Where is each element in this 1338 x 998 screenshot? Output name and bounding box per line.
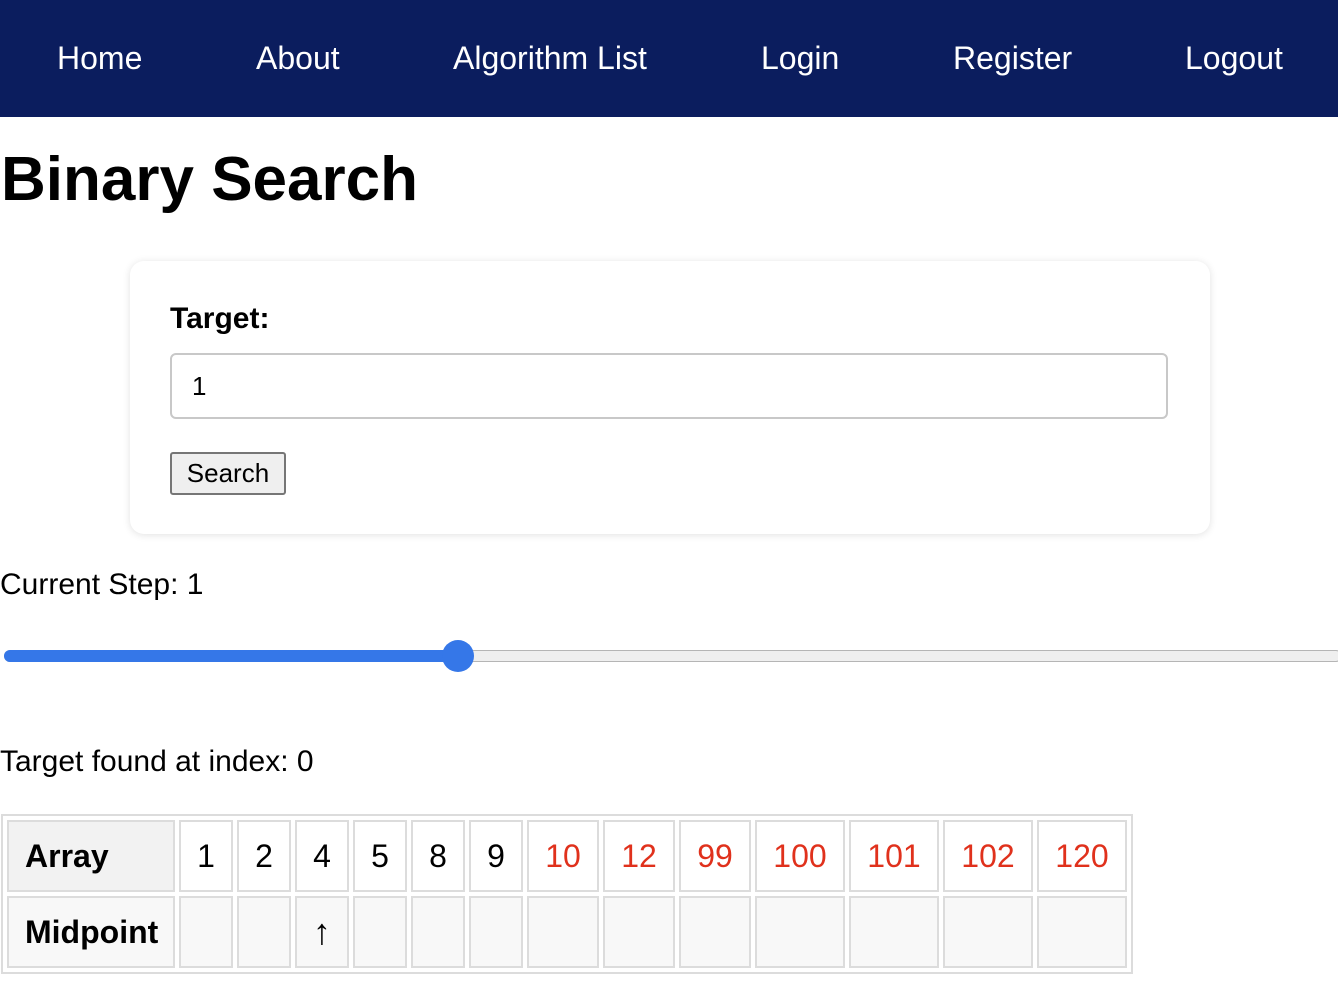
array-cell: 10 [527,820,599,892]
array-cell: 5 [353,820,407,892]
midpoint-cell [755,896,845,968]
nav-login-link[interactable]: Login [761,38,839,78]
nav-algorithm-list-link[interactable]: Algorithm List [453,38,647,78]
array-cell: 9 [469,820,523,892]
midpoint-cell [1037,896,1127,968]
array-cell: 99 [679,820,751,892]
target-input[interactable] [170,353,1168,419]
midpoint-cell [849,896,939,968]
page-title: Binary Search [1,145,418,214]
array-row-label: Array [7,820,175,892]
midpoint-cell [527,896,599,968]
array-cell: 12 [603,820,675,892]
midpoint-row-label: Midpoint [7,896,175,968]
array-cell: 8 [411,820,465,892]
result-text: Target found at index: 0 [0,745,314,778]
slider-thumb[interactable] [441,640,474,672]
target-label: Target: [170,302,270,335]
midpoint-cell: ↑ [295,896,349,968]
midpoint-row: Midpoint ↑ [7,896,1127,968]
midpoint-cell [469,896,523,968]
midpoint-cell [943,896,1033,968]
midpoint-cell [603,896,675,968]
midpoint-cell [237,896,291,968]
slider-fill [4,650,458,662]
array-cell: 1 [179,820,233,892]
step-slider[interactable] [4,640,1338,672]
midpoint-cell [179,896,233,968]
midpoint-cell [679,896,751,968]
array-table: Array 1 2 4 5 8 9 10 12 99 100 101 102 120 Midpoint … [1,814,1133,974]
midpoint-cell [353,896,407,968]
top-navbar: Home About Algorithm List Login Register… [0,0,1338,117]
array-cell: 100 [755,820,845,892]
nav-register-link[interactable]: Register [953,38,1072,78]
midpoint-cell [411,896,465,968]
up-arrow-icon: ↑ [313,911,331,952]
search-button[interactable]: Search [170,452,286,495]
array-cell: 4 [295,820,349,892]
array-cell: 101 [849,820,939,892]
search-form-card: Target: Search [130,261,1210,534]
current-step-text: Current Step: 1 [0,568,204,601]
nav-logout-link[interactable]: Logout [1185,38,1283,78]
nav-home-link[interactable]: Home [57,38,142,78]
nav-about-link[interactable]: About [256,38,340,78]
array-cell: 2 [237,820,291,892]
array-cell: 102 [943,820,1033,892]
array-cell: 120 [1037,820,1127,892]
array-row: Array 1 2 4 5 8 9 10 12 99 100 101 102 120 [7,820,1127,892]
